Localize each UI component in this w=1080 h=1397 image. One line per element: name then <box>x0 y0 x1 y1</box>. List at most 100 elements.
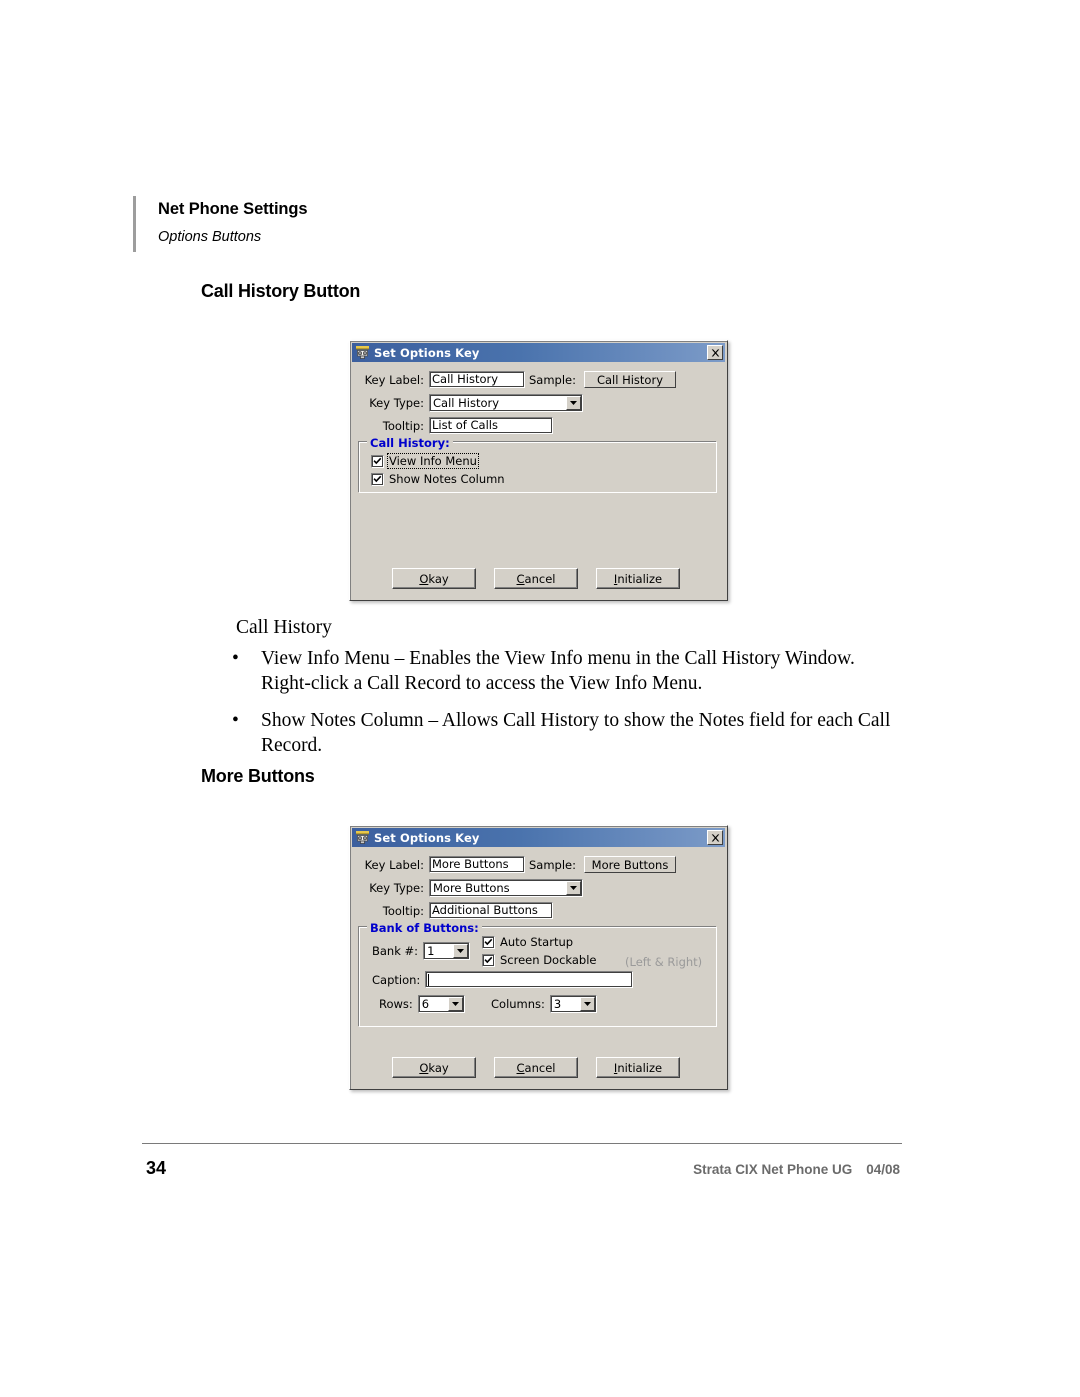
page-header-title: Net Phone Settings <box>158 200 308 218</box>
cancel-button[interactable]: Cancel <box>494 1057 578 1078</box>
bullet-glyph: • <box>232 648 239 669</box>
key-type-select[interactable]: More Buttons <box>429 879 583 897</box>
screen-dockable-hint: (Left & Right) <box>625 955 703 969</box>
dialog-button-row: Okay Cancel Initialize <box>392 568 680 589</box>
okay-button[interactable]: Okay <box>392 1057 476 1078</box>
set-options-key-dialog-call-history[interactable]: Set Options Key Key Label: Call History … <box>349 340 728 601</box>
checkbox-row-auto-startup[interactable]: Auto Startup <box>482 935 573 949</box>
chevron-down-icon[interactable] <box>566 396 581 410</box>
telephone-icon <box>355 345 370 360</box>
bank-number-row: Bank #: 1 <box>372 942 471 960</box>
page-header: Net Phone Settings Options Buttons <box>133 196 308 252</box>
tooltip-row: Tooltip: Additional Buttons <box>364 902 553 919</box>
tooltip-row: Tooltip: List of Calls <box>364 417 553 434</box>
checkbox-row-screen-dockable[interactable]: Screen Dockable <box>482 953 596 967</box>
sample-preview-button[interactable]: More Buttons <box>584 856 676 873</box>
checkbox-show-notes-column[interactable] <box>371 472 384 486</box>
dialog-titlebar[interactable]: Set Options Key <box>352 343 725 362</box>
initialize-button-rest: nitialize <box>617 571 663 586</box>
columns-label: Columns: <box>491 997 545 1011</box>
close-icon[interactable] <box>707 345 723 360</box>
telephone-icon <box>355 830 370 845</box>
bullet-list: • View Info Menu – Enables the View Info… <box>228 646 904 770</box>
sample-preview-button[interactable]: Call History <box>584 371 676 388</box>
tooltip-input[interactable]: List of Calls <box>429 417 553 434</box>
dialog-titlebar[interactable]: Set Options Key <box>352 828 725 847</box>
bank-of-buttons-groupbox: Bank of Buttons: Bank #: 1 Auto Startup <box>359 921 717 1027</box>
chevron-down-icon[interactable] <box>566 881 581 895</box>
footer-document-info: Strata CIX Net Phone UG 04/08 <box>693 1162 900 1177</box>
key-label-label: Key Label: <box>364 372 424 387</box>
bullet-text-view-info-menu: View Info Menu – Enables the View Info m… <box>261 648 855 694</box>
sample-row: Sample: Call History <box>529 371 676 388</box>
section-heading-more-buttons: More Buttons <box>201 766 315 786</box>
tooltip-input[interactable]: Additional Buttons <box>429 902 553 919</box>
tooltip-label: Tooltip: <box>382 418 424 433</box>
sample-label: Sample: <box>529 857 576 872</box>
key-type-label: Key Type: <box>369 881 424 895</box>
section-heading-call-history-button: Call History Button <box>201 281 361 301</box>
paragraph-call-history: Call History <box>236 617 332 638</box>
chevron-down-icon[interactable] <box>453 944 469 958</box>
key-type-select[interactable]: Call History <box>429 394 583 412</box>
caption-row: Caption: <box>372 971 634 988</box>
columns-value: 3 <box>553 997 562 1011</box>
checkbox-row-view-info-menu[interactable]: View Info Menu <box>371 453 479 469</box>
initialize-button[interactable]: Initialize <box>596 568 680 589</box>
set-options-key-dialog-more-buttons[interactable]: Set Options Key Key Label: More Buttons … <box>349 825 728 1090</box>
okay-button[interactable]: Okay <box>392 568 476 589</box>
checkbox-view-info-menu[interactable] <box>371 454 384 468</box>
checkbox-label-screen-dockable[interactable]: Screen Dockable <box>500 953 596 967</box>
cancel-button[interactable]: Cancel <box>494 568 578 589</box>
call-history-groupbox: Call History: View Info Menu Show Notes … <box>359 436 717 493</box>
bullet-text-show-notes-column: Show Notes Column – Allows Call History … <box>261 710 891 756</box>
key-type-label: Key Type: <box>369 396 424 410</box>
checkbox-label-view-info-menu[interactable]: View Info Menu <box>387 453 479 469</box>
checkbox-row-show-notes-column[interactable]: Show Notes Column <box>371 472 505 486</box>
sample-row: Sample: More Buttons <box>529 856 676 873</box>
bullet-glyph: • <box>232 710 239 731</box>
columns-row: Columns: 3 <box>491 995 597 1013</box>
rows-row: Rows: 6 <box>379 995 465 1013</box>
bank-number-select[interactable]: 1 <box>423 942 471 960</box>
checkbox-label-show-notes-column[interactable]: Show Notes Column <box>389 472 505 486</box>
key-label-input[interactable]: More Buttons <box>429 856 525 873</box>
chevron-down-icon[interactable] <box>447 997 463 1011</box>
key-label-row: Key Label: More Buttons <box>364 856 525 873</box>
call-history-groupbox-label: Call History: <box>367 436 453 450</box>
checkbox-label-auto-startup[interactable]: Auto Startup <box>500 935 573 949</box>
dialog-body: Key Label: More Buttons Sample: More But… <box>352 847 725 1087</box>
okay-button-rest: kay <box>428 571 449 586</box>
key-type-value: More Buttons <box>433 881 510 895</box>
footer-page-number: 34 <box>146 1158 167 1178</box>
bank-of-buttons-groupbox-label: Bank of Buttons: <box>367 921 482 935</box>
key-label-row: Key Label: Call History <box>364 371 525 388</box>
initialize-button[interactable]: Initialize <box>596 1057 680 1078</box>
key-label-label: Key Label: <box>364 857 424 872</box>
bullet-item-show-notes-column: • Show Notes Column – Allows Call Histor… <box>228 708 904 758</box>
sample-label: Sample: <box>529 372 576 387</box>
rows-select[interactable]: 6 <box>417 995 465 1013</box>
key-type-value: Call History <box>433 396 500 410</box>
checkbox-auto-startup[interactable] <box>482 935 495 949</box>
rows-value: 6 <box>421 997 430 1011</box>
dialog-title: Set Options Key <box>374 830 480 845</box>
tooltip-label: Tooltip: <box>382 903 424 918</box>
page-header-subtitle: Options Buttons <box>158 228 262 245</box>
bullet-item-view-info-menu: • View Info Menu – Enables the View Info… <box>228 646 904 696</box>
key-type-row: Key Type: Call History <box>364 394 583 412</box>
bank-number-label: Bank #: <box>372 944 419 958</box>
checkbox-screen-dockable[interactable] <box>482 953 495 967</box>
bank-number-value: 1 <box>427 944 435 958</box>
dialog-button-row: Okay Cancel Initialize <box>392 1057 680 1078</box>
key-type-row: Key Type: More Buttons <box>364 879 583 897</box>
footer-divider <box>142 1143 902 1144</box>
close-icon[interactable] <box>707 830 723 845</box>
chevron-down-icon[interactable] <box>579 997 595 1011</box>
key-label-input[interactable]: Call History <box>429 371 525 388</box>
caption-input[interactable] <box>425 971 634 988</box>
columns-select[interactable]: 3 <box>549 995 597 1013</box>
caption-label: Caption: <box>372 972 421 987</box>
dialog-body: Key Label: Call History Sample: Call His… <box>352 362 725 598</box>
text-caret <box>428 973 430 986</box>
